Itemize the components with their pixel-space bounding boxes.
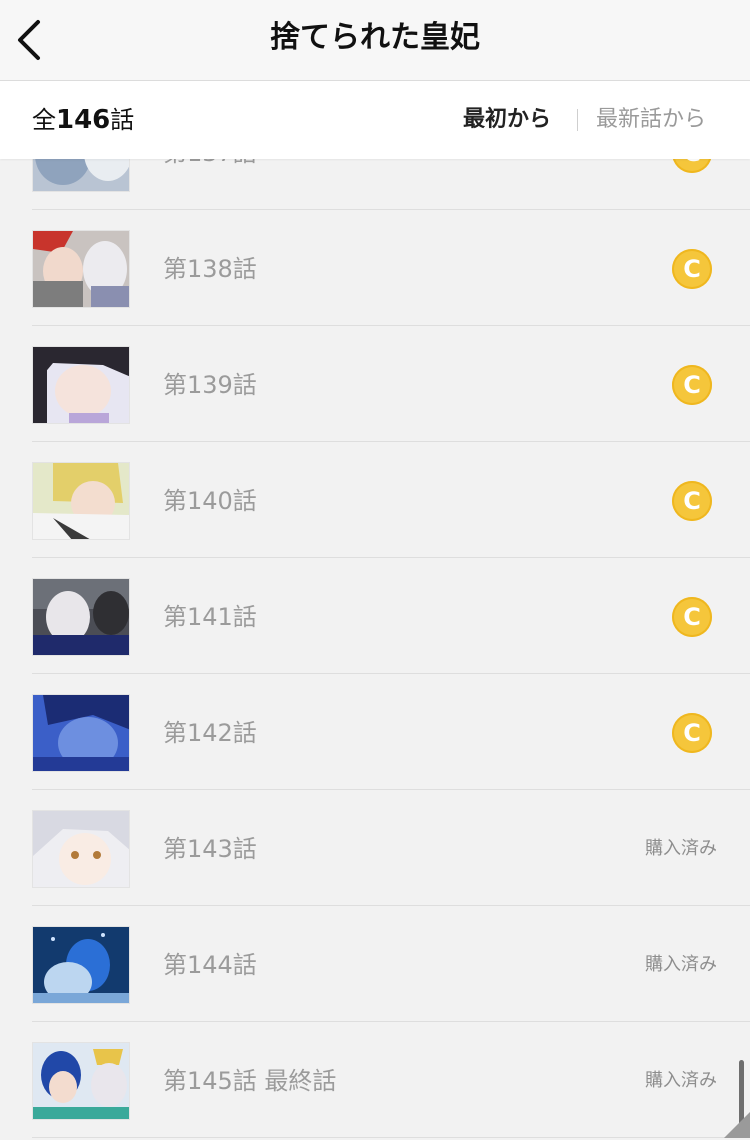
sort-first-button[interactable]: 最初から <box>463 81 551 159</box>
episode-title: 第139話 <box>163 371 257 399</box>
episode-row[interactable]: 第141話 C <box>0 558 750 674</box>
episode-thumbnail <box>32 810 130 888</box>
purchased-label: 購入済み <box>645 954 717 975</box>
list-header: 全146話 最初から 最新話から <box>0 81 750 159</box>
episode-row[interactable]: 第145話 最終話 購入済み <box>0 1022 750 1138</box>
episode-row[interactable]: 第142話 C <box>0 674 750 790</box>
coin-icon: C <box>672 249 712 289</box>
count-suffix: 話 <box>110 106 135 134</box>
episode-thumbnail <box>32 1042 130 1120</box>
page-title: 捨てられた皇妃 <box>270 20 480 55</box>
episode-title: 第143話 <box>163 835 257 863</box>
episode-title: 第142話 <box>163 719 257 747</box>
episode-row[interactable]: 第138話 C <box>0 210 750 326</box>
episode-thumbnail <box>32 926 130 1004</box>
nav-bar: 捨てられた皇妃 <box>0 0 750 81</box>
count-prefix: 全 <box>32 106 56 134</box>
episode-thumbnail <box>32 230 130 308</box>
coin-icon: C <box>672 365 712 405</box>
episode-title: 第145話 最終話 <box>163 1067 337 1095</box>
resize-corner-icon <box>724 1112 750 1138</box>
purchased-label: 購入済み <box>645 1070 717 1091</box>
episode-list: 第137話 C 第138話 C 第139話 C 第140話 C 第141話 C <box>0 94 750 1138</box>
episode-thumbnail <box>32 694 130 772</box>
coin-icon: C <box>672 481 712 521</box>
episode-thumbnail <box>32 346 130 424</box>
episode-title: 第141話 <box>163 603 257 631</box>
sort-divider <box>577 109 578 131</box>
episode-row[interactable]: 第140話 C <box>0 442 750 558</box>
episode-title: 第144話 <box>163 951 257 979</box>
count-number: 146 <box>56 105 111 135</box>
episode-title: 第138話 <box>163 255 257 283</box>
episode-row[interactable]: 第143話 購入済み <box>0 790 750 906</box>
sort-latest-button[interactable]: 最新話から <box>596 81 706 159</box>
episode-count: 全146話 <box>32 81 134 159</box>
episode-thumbnail <box>32 578 130 656</box>
episode-row[interactable]: 第139話 C <box>0 326 750 442</box>
coin-icon: C <box>672 713 712 753</box>
episode-title: 第140話 <box>163 487 257 515</box>
purchased-label: 購入済み <box>645 838 717 859</box>
episode-row[interactable]: 第144話 購入済み <box>0 906 750 1022</box>
episode-thumbnail <box>32 462 130 540</box>
coin-icon: C <box>672 597 712 637</box>
